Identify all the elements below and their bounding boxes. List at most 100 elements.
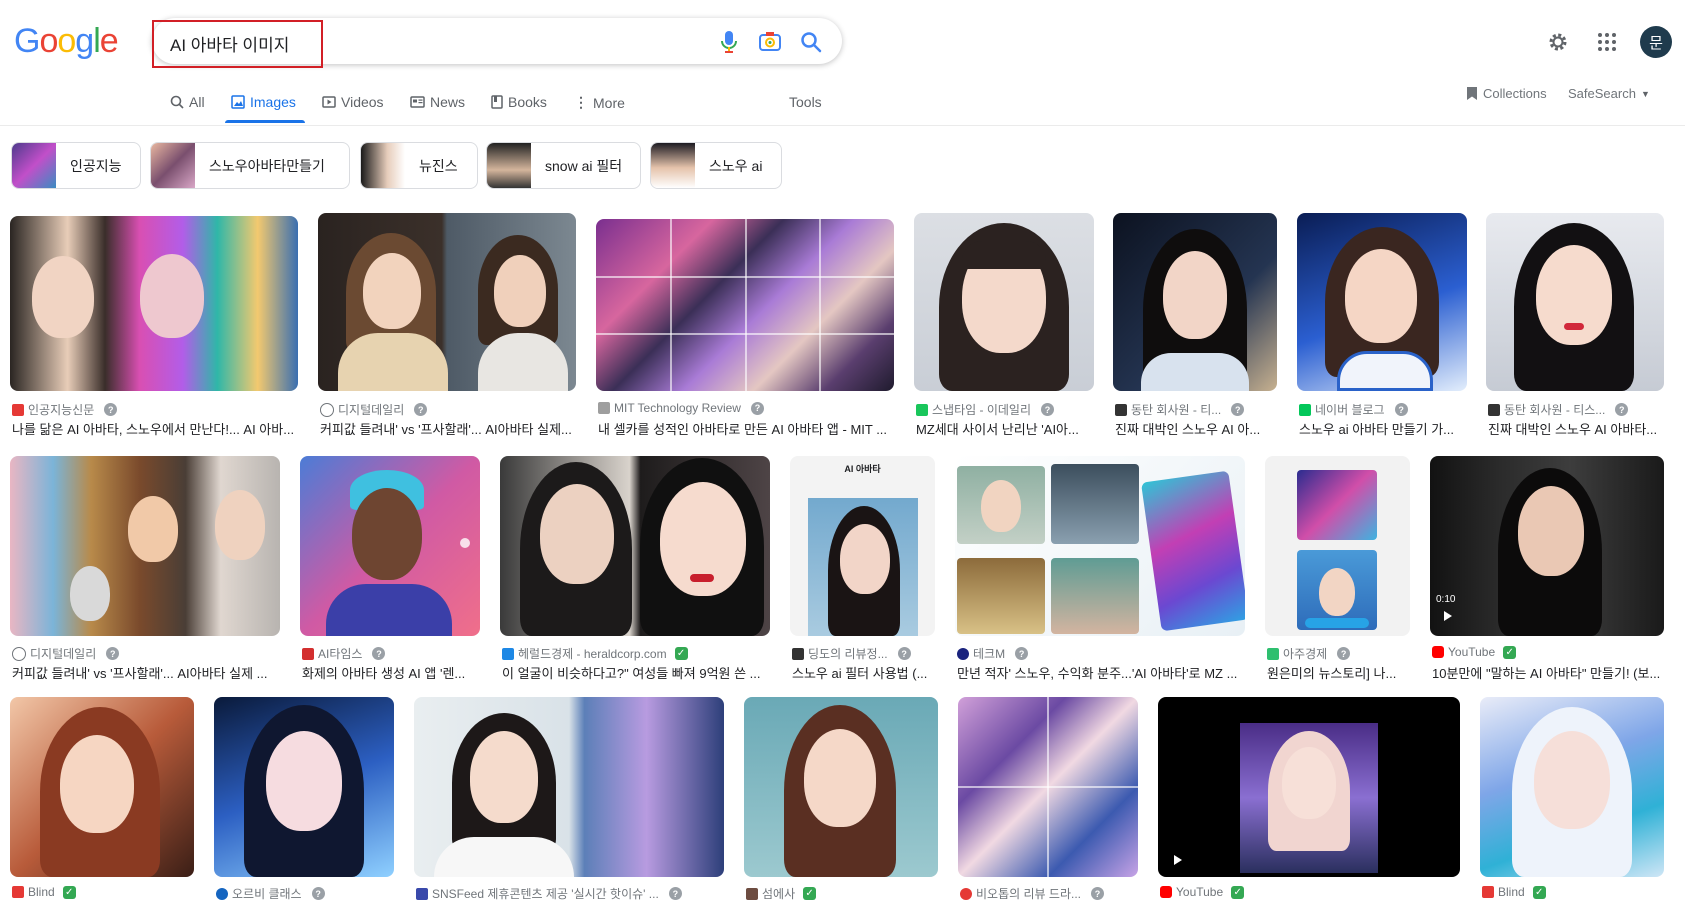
info-icon[interactable]: ? <box>414 403 428 416</box>
info-icon[interactable]: ? <box>311 887 325 900</box>
info-icon[interactable]: ? <box>1015 647 1029 660</box>
apps-grid-icon[interactable] <box>1597 32 1617 52</box>
tab-news[interactable]: News <box>410 94 465 110</box>
search-icon[interactable] <box>800 31 822 53</box>
result-image[interactable] <box>10 456 280 636</box>
result-source[interactable]: SNSFeed 제휴콘텐츠 제공 '실시간 핫이슈' ...? <box>416 885 724 902</box>
chip-ai[interactable]: 인공지능 <box>11 142 141 189</box>
source-name: 디지털데일리 <box>338 403 405 417</box>
chip-snow-ai[interactable]: 스노우 ai <box>650 142 782 189</box>
result-title[interactable]: 진짜 대박인 스노우 AI 아바타... <box>1488 419 1664 438</box>
tab-more[interactable]: ⋮ More <box>574 94 625 111</box>
safesearch-dropdown[interactable]: SafeSearch ▼ <box>1568 86 1650 101</box>
account-avatar[interactable]: 문 <box>1640 26 1672 58</box>
tab-images[interactable]: Images <box>231 94 296 110</box>
result-title[interactable]: 진짜 대박인 스노우 AI 아... <box>1115 419 1277 438</box>
result-title[interactable]: 10분만에 "말하는 AI 아바타" 만들기! (보... <box>1432 663 1664 682</box>
result-source[interactable]: 디지털데일리? <box>12 645 280 662</box>
result-image[interactable]: 0:10 <box>1430 456 1664 636</box>
result-title[interactable]: 커피값 들려내' vs '프사할래'... AI아바타 실제... <box>320 419 576 438</box>
info-icon[interactable]: ? <box>668 887 682 900</box>
tab-label: Images <box>250 94 296 110</box>
result-source[interactable]: 스냅타임 - 이데일리? <box>916 401 1094 418</box>
result-image[interactable] <box>318 213 576 391</box>
chip-snow-ai-filter[interactable]: snow ai 필터 <box>486 142 641 189</box>
result-title[interactable]: 나를 닮은 AI 아바타, 스노우에서 만난다!... AI 아바... <box>12 419 298 438</box>
result-source[interactable]: 아주경제? <box>1267 645 1410 662</box>
result-source[interactable]: 동탄 회사원 - 티스...? <box>1488 401 1664 418</box>
result-image[interactable]: AI 아바타 <box>790 456 935 636</box>
result-image[interactable] <box>1297 213 1467 391</box>
result-title[interactable]: 스노우 ai 필터 사용법 (... <box>792 663 935 682</box>
result-image[interactable] <box>1486 213 1664 391</box>
result-source[interactable]: 동탄 회사원 - 티...? <box>1115 401 1277 418</box>
result-source[interactable]: 인공지능신문? <box>12 401 298 418</box>
info-icon[interactable]: ? <box>1394 403 1408 416</box>
collections-link[interactable]: Collections <box>1466 86 1547 101</box>
result-image[interactable] <box>1158 697 1460 877</box>
info-icon[interactable]: ? <box>1091 887 1104 900</box>
result-source[interactable]: 섬에사 ✓ <box>746 885 938 902</box>
result-title[interactable]: 이 얼굴이 비슷하다고?" 여성들 빠져 9억원 쓴 ... <box>502 663 770 682</box>
settings-gear-icon[interactable] <box>1546 30 1570 54</box>
result-image[interactable] <box>214 697 394 877</box>
microphone-icon[interactable] <box>719 30 739 54</box>
chip-snow-avatar[interactable]: 스노우아바타만들기 <box>150 142 350 189</box>
verified-check-icon: ✓ <box>803 887 817 900</box>
tools-button[interactable]: Tools <box>789 94 822 110</box>
site-favicon <box>1488 403 1500 416</box>
tab-videos[interactable]: Videos <box>322 94 384 110</box>
info-icon[interactable]: ? <box>106 647 120 660</box>
site-favicon <box>746 887 758 900</box>
result-source[interactable]: Blind ✓ <box>1482 885 1664 899</box>
info-icon[interactable]: ? <box>1615 403 1629 416</box>
camera-lens-icon[interactable] <box>759 31 781 51</box>
info-icon[interactable]: ? <box>372 647 386 660</box>
info-icon[interactable]: ? <box>897 647 911 660</box>
result-source[interactable]: 테크M? <box>957 645 1245 662</box>
result-source[interactable]: YouTube ✓ <box>1160 885 1460 899</box>
info-icon[interactable]: ? <box>1231 403 1245 416</box>
verified-check-icon: ✓ <box>62 885 76 899</box>
result-source[interactable]: 디지털데일리? <box>320 401 576 418</box>
result-title[interactable]: 원은미의 뉴스토리] 나... <box>1267 663 1410 682</box>
result-source[interactable]: 네이버 블로그? <box>1299 401 1467 418</box>
result-source[interactable]: 헤럴드경제 - heraldcorp.com ✓ <box>502 645 770 662</box>
result-image[interactable] <box>914 213 1094 391</box>
info-icon[interactable]: ? <box>1337 647 1351 660</box>
result-image[interactable] <box>10 697 194 877</box>
tab-books[interactable]: Books <box>491 94 547 110</box>
info-icon[interactable]: ? <box>750 401 764 415</box>
result-title[interactable]: MZ세대 사이서 난리난 'AI아... <box>916 419 1094 438</box>
result-source[interactable]: Blind ✓ <box>12 885 194 899</box>
result-image[interactable] <box>744 697 938 877</box>
result-image[interactable] <box>1480 697 1664 877</box>
result-image[interactable] <box>1265 456 1410 636</box>
result-source[interactable]: AI타임스? <box>302 645 480 662</box>
result-source[interactable]: 딩도의 리뷰정...? <box>792 645 935 662</box>
result-source[interactable]: YouTube ✓ <box>1432 645 1664 659</box>
result-image[interactable] <box>955 456 1245 636</box>
result-image[interactable] <box>1113 213 1277 391</box>
result-title[interactable]: 스노우 ai 아바타 만들기 가... <box>1299 419 1467 438</box>
info-icon[interactable]: ? <box>104 403 118 416</box>
chip-newjeans[interactable]: 뉴진스 <box>360 142 478 189</box>
result-title[interactable]: 만년 적자' 스노우, 수익화 분주...'AI 아바타'로 MZ ... <box>957 663 1245 682</box>
result-source[interactable]: 비오톱의 리뷰 드라...? <box>960 885 1138 902</box>
tab-all[interactable]: All <box>170 94 205 110</box>
result-title[interactable]: 커피값 들려내' vs '프사할래'... AI아바타 실제 ... <box>12 663 280 682</box>
source-name: 섬에사 <box>762 887 796 901</box>
result-title[interactable]: 화제의 아바타 생성 AI 앱 '렌... <box>302 663 480 682</box>
result-image[interactable] <box>500 456 770 636</box>
result-image[interactable] <box>958 697 1138 877</box>
search-input[interactable]: AI 아바타 이미지 <box>170 31 289 56</box>
google-logo[interactable]: Google <box>14 22 119 61</box>
result-image[interactable] <box>596 219 894 391</box>
result-title[interactable]: 내 셀카를 성적인 아바타로 만든 AI 아바타 앱 - MIT ... <box>598 419 894 438</box>
result-image[interactable] <box>414 697 724 877</box>
info-icon[interactable]: ? <box>1041 403 1054 416</box>
result-source[interactable]: 오르비 클래스? <box>216 885 394 902</box>
result-image[interactable] <box>300 456 480 636</box>
result-image[interactable] <box>10 216 298 391</box>
result-source[interactable]: MIT Technology Review? <box>598 401 894 415</box>
